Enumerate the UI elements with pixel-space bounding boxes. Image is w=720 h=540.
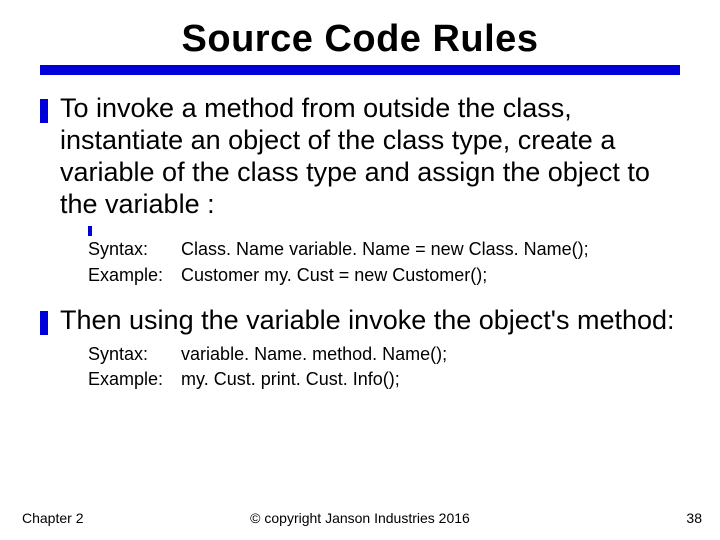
title-wrap: Source Code Rules — [40, 18, 680, 61]
bullet-icon — [40, 311, 48, 335]
bullet-item: Then using the variable invoke the objec… — [40, 305, 680, 337]
definition-block: Syntax: Class. Name variable. Name = new… — [88, 226, 680, 287]
page-title: Source Code Rules — [40, 18, 680, 61]
bullet-icon — [40, 99, 48, 123]
syntax-value: Class. Name variable. Name = new Class. … — [181, 238, 680, 261]
syntax-label: Syntax: — [88, 343, 163, 366]
bullet-item: To invoke a method from outside the clas… — [40, 93, 680, 220]
title-underline — [40, 65, 680, 75]
definition-list: Syntax: Class. Name variable. Name = new… — [88, 238, 680, 287]
definition-block: Syntax: variable. Name. method. Name(); … — [88, 343, 680, 392]
sub-bullet-icon — [88, 226, 92, 236]
example-value: my. Cust. print. Cust. Info(); — [181, 368, 680, 391]
slide: Source Code Rules To invoke a method fro… — [0, 0, 720, 540]
footer-right: 38 — [686, 510, 702, 526]
example-label: Example: — [88, 264, 163, 287]
example-value: Customer my. Cust = new Customer(); — [181, 264, 680, 287]
bullet-text: Then using the variable invoke the objec… — [60, 305, 675, 337]
example-label: Example: — [88, 368, 163, 391]
definition-list: Syntax: variable. Name. method. Name(); … — [88, 343, 680, 392]
syntax-value: variable. Name. method. Name(); — [181, 343, 680, 366]
bullet-text: To invoke a method from outside the clas… — [60, 93, 680, 220]
footer-center: © copyright Janson Industries 2016 — [250, 510, 470, 526]
footer-left: Chapter 2 — [22, 510, 83, 526]
footer: Chapter 2 © copyright Janson Industries … — [0, 510, 720, 526]
syntax-label: Syntax: — [88, 238, 163, 261]
